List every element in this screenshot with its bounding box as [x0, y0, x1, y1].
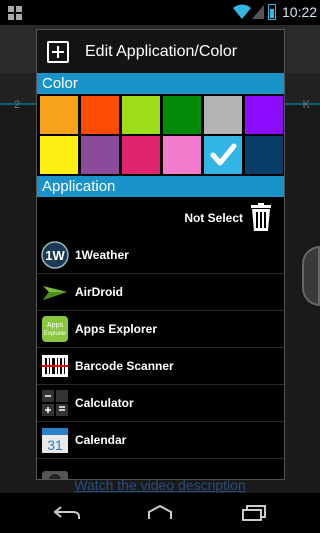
app-label: AirDroid	[75, 285, 123, 299]
color-swatch[interactable]	[122, 136, 160, 174]
1weather-icon: 1W	[41, 241, 69, 269]
not-select-label: Not Select	[184, 211, 243, 225]
color-swatch[interactable]	[163, 96, 201, 134]
background-tab-left: 2	[14, 99, 21, 111]
color-swatch[interactable]	[245, 96, 283, 134]
app-list-item[interactable]: AirDroid	[37, 274, 284, 311]
airdroid-icon	[41, 278, 69, 306]
application-list: 1W 1Weather AirDroid Apps Explorer Apps Explo…	[37, 237, 284, 479]
color-swatch[interactable]	[122, 96, 160, 134]
svg-text:31: 31	[47, 437, 63, 453]
app-label: Barcode Scanner	[75, 359, 174, 373]
barcode-icon	[41, 352, 69, 380]
dialog-title: Edit Application/Color	[85, 42, 238, 60]
side-drawer-handle[interactable]	[302, 246, 320, 306]
background-tab-right: K	[302, 99, 310, 111]
home-icon[interactable]	[146, 505, 174, 521]
wifi-icon	[233, 4, 251, 19]
dialog-header: Edit Application/Color	[37, 30, 284, 73]
color-swatch[interactable]	[40, 136, 78, 174]
color-swatch[interactable]	[81, 96, 119, 134]
clock: 10:22	[282, 4, 318, 20]
color-swatch[interactable]	[245, 136, 283, 174]
not-select-row[interactable]: Not Select	[37, 197, 284, 237]
edit-application-color-dialog: Edit Application/Color Color Application…	[36, 29, 285, 480]
app-list-item[interactable]: 1W 1Weather	[37, 237, 284, 274]
status-bar: 10:22	[0, 0, 320, 25]
color-swatch[interactable]	[204, 96, 242, 134]
color-section-header: Color	[37, 73, 284, 94]
color-swatch[interactable]	[163, 136, 201, 174]
trash-icon[interactable]	[250, 203, 272, 231]
color-swatch-grid	[37, 94, 284, 176]
plus-icon	[47, 40, 69, 63]
app-list-item[interactable]: Barcode Scanner	[37, 348, 284, 385]
app-label: Calculator	[75, 396, 134, 410]
camera-icon	[41, 463, 69, 479]
svg-text:Apps: Apps	[47, 322, 63, 329]
recent-apps-icon[interactable]	[240, 505, 268, 521]
calendar-icon: 31	[41, 426, 69, 454]
notification-grid-icon	[8, 6, 22, 20]
apps-explorer-icon: Apps Explorer	[41, 315, 69, 343]
svg-text:1W: 1W	[45, 248, 65, 263]
battery-icon	[268, 4, 276, 20]
signal-icon	[252, 5, 264, 19]
calculator-icon	[41, 389, 69, 417]
navigation-bar	[0, 493, 320, 533]
color-swatch[interactable]	[204, 136, 242, 174]
app-list-item[interactable]	[37, 459, 284, 479]
application-section-header: Application	[37, 176, 284, 197]
checkmark-icon	[210, 143, 237, 166]
app-list-item[interactable]: Apps Explorer Apps Explorer	[37, 311, 284, 348]
back-icon[interactable]	[53, 505, 81, 521]
app-list-item[interactable]: 31 Calendar	[37, 422, 284, 459]
svg-text:Explorer: Explorer	[44, 331, 66, 337]
app-label: 1Weather	[75, 248, 129, 262]
app-list-item[interactable]: Calculator	[37, 385, 284, 422]
color-swatch[interactable]	[81, 136, 119, 174]
app-label: Calendar	[75, 433, 127, 447]
app-label: Apps Explorer	[75, 322, 158, 336]
color-swatch[interactable]	[40, 96, 78, 134]
